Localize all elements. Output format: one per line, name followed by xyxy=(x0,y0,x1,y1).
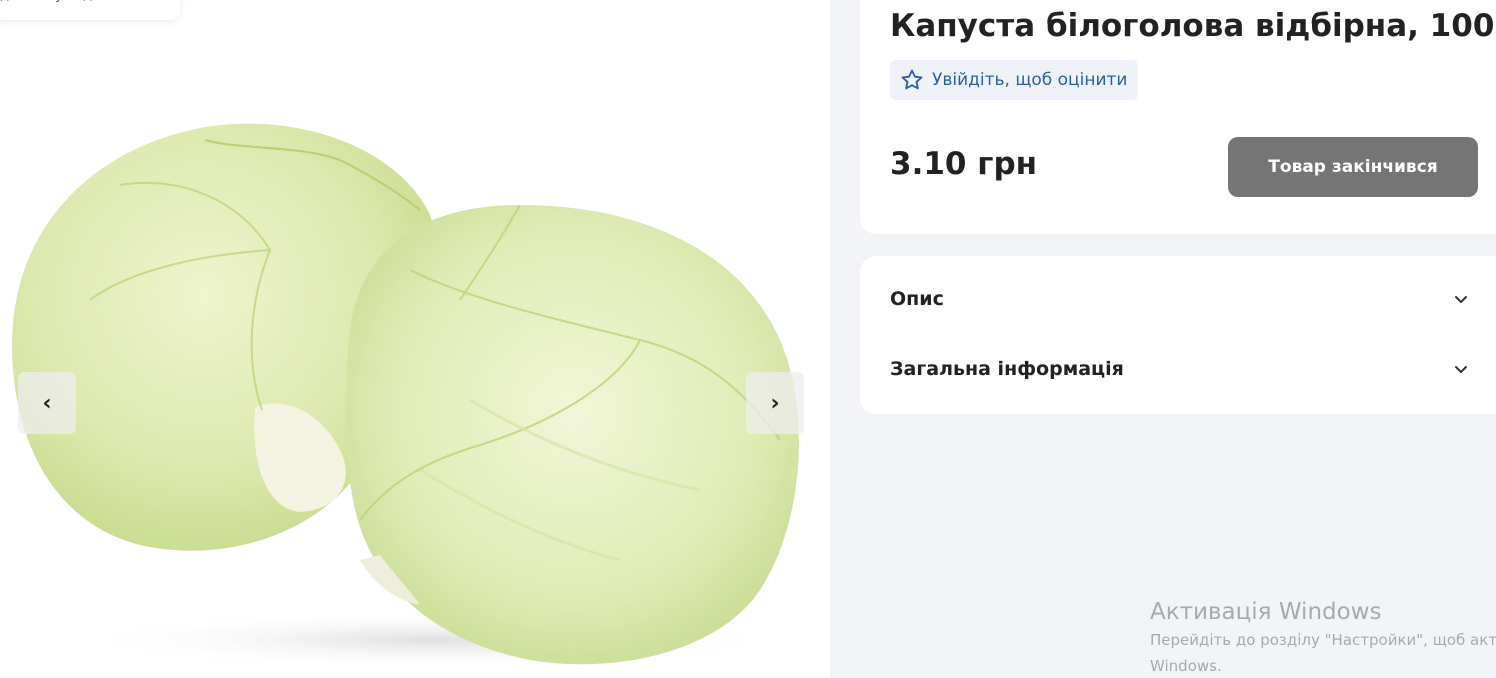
product-info-card: Опис Загальна інформація xyxy=(860,256,1496,414)
accordion-general-info[interactable]: Загальна інформація xyxy=(890,354,1470,384)
accordion-general-info-label: Загальна інформація xyxy=(890,358,1124,380)
watermark-title: Активація Windows xyxy=(1150,599,1382,625)
watermark-line-1: Перейдіть до розділу "Настройки", щоб ак… xyxy=(1150,631,1496,649)
rate-login-link[interactable]: Увійдіть, щоб оцінити xyxy=(890,60,1138,100)
chevron-down-icon xyxy=(1455,366,1467,373)
windows-activation-watermark: Активація Windows Перейдіть до розділу "… xyxy=(1150,598,1496,678)
cabbage-image xyxy=(11,123,799,670)
chevron-down-icon xyxy=(1455,296,1467,303)
rate-login-label: Увійдіть, щоб оцінити xyxy=(932,70,1128,90)
product-gallery: доставку видно. ‹ › xyxy=(0,0,830,678)
gallery-prev-button[interactable]: ‹ xyxy=(18,372,76,434)
accordion-description-label: Опис xyxy=(890,288,944,310)
chevron-right-icon: › xyxy=(770,390,780,416)
out-of-stock-button[interactable]: Товар закінчився xyxy=(1228,137,1478,197)
watermark-line-2: Windows. xyxy=(1150,657,1222,675)
product-title: Капуста білоголова відбірна, 100г xyxy=(890,8,1496,44)
delivery-note: доставку видно. xyxy=(0,0,180,20)
chevron-left-icon: ‹ xyxy=(42,390,52,416)
gallery-next-button[interactable]: › xyxy=(746,372,804,434)
accordion-description[interactable]: Опис xyxy=(890,284,1470,314)
star-outline-icon xyxy=(901,69,923,90)
product-summary-card: Капуста білоголова відбірна, 100г Увійді… xyxy=(860,0,1496,234)
product-price: 3.10 грн xyxy=(890,146,1038,182)
